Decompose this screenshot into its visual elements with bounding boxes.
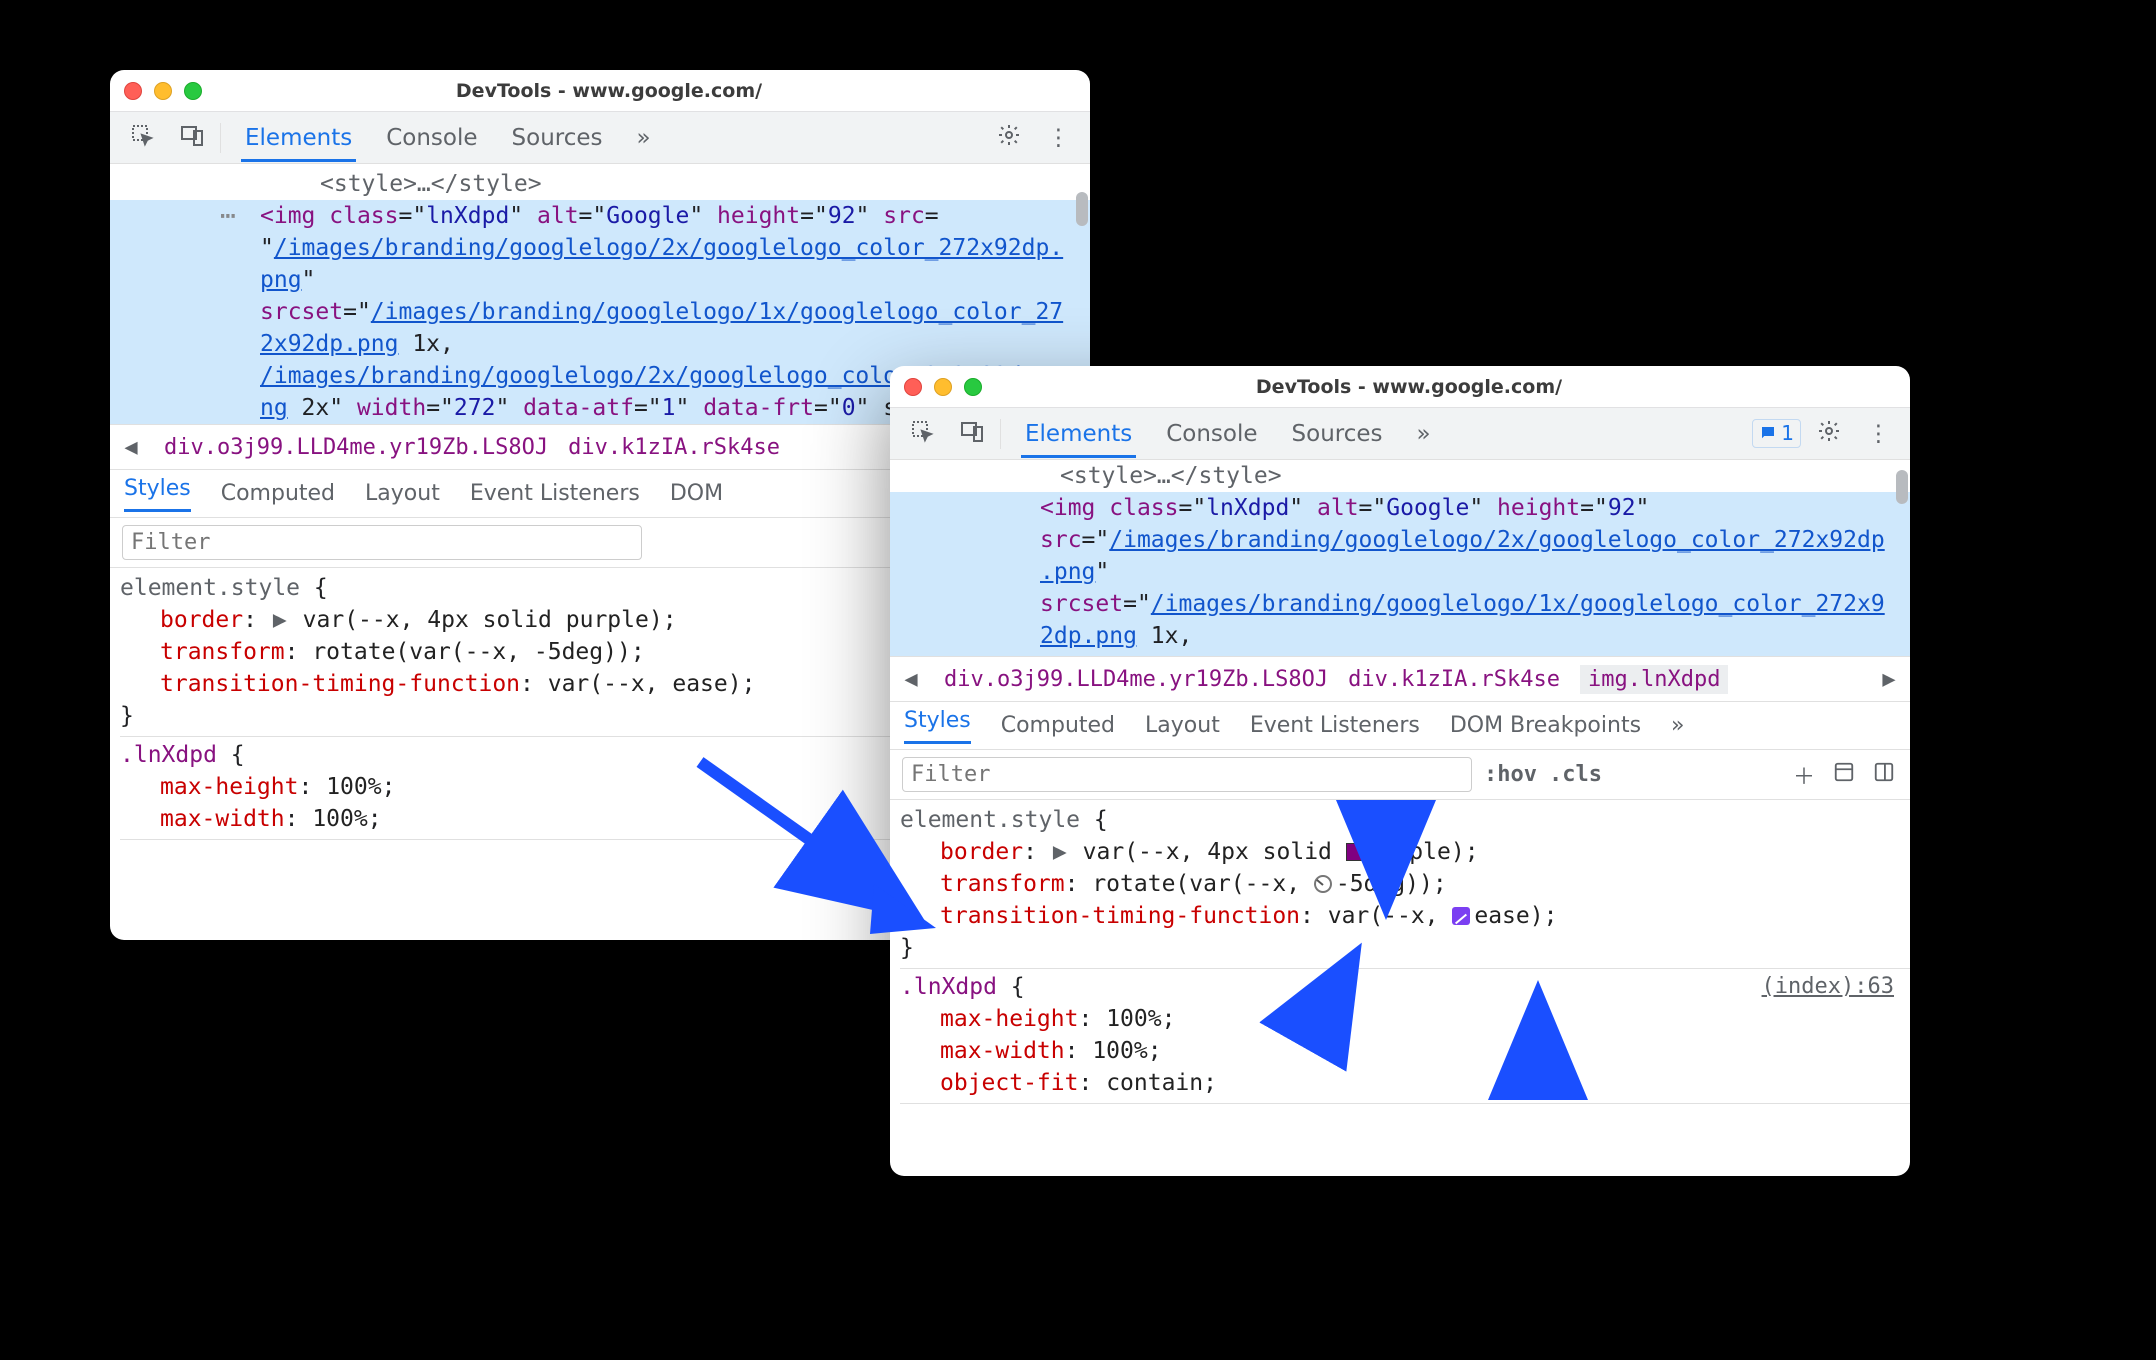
tab-elements[interactable]: Elements [1021,409,1136,458]
tab-console[interactable]: Console [382,113,481,162]
style-tag-faded: <style>…</style> [890,460,1910,492]
main-toolbar: Elements Console Sources » 1 ⋮ [890,408,1910,460]
new-rule-icon[interactable]: ＋ [1790,759,1818,791]
zoom-window-icon[interactable] [184,82,202,100]
elements-tree[interactable]: <style>…</style> <img class="lnXdpd" alt… [890,460,1910,656]
styles-filter-row: :hov .cls ＋ [890,750,1910,800]
tab-elements[interactable]: Elements [241,113,356,162]
gear-icon[interactable] [987,117,1031,159]
bezier-swatch-icon[interactable] [1452,907,1470,925]
source-link[interactable]: (index):63 [1762,971,1894,1003]
subtab-event-listeners[interactable]: Event Listeners [1250,713,1420,738]
device-toggle-icon[interactable] [170,117,214,159]
breadcrumb-item-2[interactable]: div.k1zIA.rSk4se [568,435,780,460]
tab-more-icon[interactable]: » [1413,409,1435,458]
zoom-window-icon[interactable] [964,378,982,396]
window-title: DevTools - www.google.com/ [202,80,1076,102]
filter-input[interactable] [122,525,642,560]
breadcrumb: ◀ div.o3j99.LLD4me.yr19Zb.LS8OJ div.k1zI… [890,656,1910,702]
subtab-styles[interactable]: Styles [124,476,191,512]
angle-swatch-icon[interactable] [1314,875,1332,893]
devtools-window-after: DevTools - www.google.com/ Elements Cons… [890,366,1910,1176]
gear-icon[interactable] [1807,413,1851,455]
subtab-computed[interactable]: Computed [221,481,335,506]
scrollbar[interactable] [1076,192,1088,226]
styles-rules[interactable]: element.style { border: ▶ var(--x, 4px s… [890,800,1910,1176]
breadcrumb-item-3[interactable]: img.lnXdpd [1580,665,1728,694]
subtab-dom-breakpoints[interactable]: DOM Breakpoints [1450,713,1641,738]
tab-bar: Elements Console Sources » [241,113,655,162]
close-window-icon[interactable] [124,82,142,100]
selected-node[interactable]: <img class="lnXdpd" alt="Google" height=… [890,492,1910,656]
window-title: DevTools - www.google.com/ [982,376,1896,398]
kebab-icon[interactable]: ⋮ [1037,119,1080,157]
titlebar: DevTools - www.google.com/ [110,70,1090,112]
subtab-layout[interactable]: Layout [365,481,440,506]
tab-bar: Elements Console Sources » [1021,409,1435,458]
style-tag-faded: <style>…</style> [110,168,1090,200]
kebab-icon[interactable]: ⋮ [1857,415,1900,453]
device-toggle-icon[interactable] [950,413,994,455]
close-window-icon[interactable] [904,378,922,396]
rule-lnxdpd: (index):63 .lnXdpd { max-height: 100%; m… [900,971,1910,1104]
breadcrumb-item-1[interactable]: div.o3j99.LLD4me.yr19Zb.LS8OJ [944,667,1328,692]
issues-chip[interactable]: 1 [1752,419,1801,448]
tab-sources[interactable]: Sources [1288,409,1387,458]
tab-sources[interactable]: Sources [508,113,607,162]
breadcrumb-prev-icon[interactable]: ◀ [898,667,924,692]
main-toolbar: Elements Console Sources » ⋮ [110,112,1090,164]
scrollbar[interactable] [1896,470,1908,504]
styles-subtabs: Styles Computed Layout Event Listeners D… [890,702,1910,750]
breadcrumb-prev-icon[interactable]: ◀ [118,435,144,460]
subtab-more-icon[interactable]: » [1671,713,1684,738]
breadcrumb-next-icon[interactable]: ▶ [1876,667,1902,692]
collapsed-icon[interactable]: ⋯ [220,200,236,232]
subtab-event-listeners[interactable]: Event Listeners [470,481,640,506]
subtab-layout[interactable]: Layout [1145,713,1220,738]
render-emulations-icon[interactable] [1830,761,1858,789]
computed-panel-icon[interactable] [1870,761,1898,789]
minimize-window-icon[interactable] [934,378,952,396]
cls-toggle[interactable]: .cls [1549,762,1602,787]
expand-icon[interactable]: ▶ [271,604,289,636]
subtab-computed[interactable]: Computed [1001,713,1115,738]
subtab-dom-breakpoints[interactable]: DOM [670,481,723,506]
breadcrumb-item-1[interactable]: div.o3j99.LLD4me.yr19Zb.LS8OJ [164,435,548,460]
filter-input[interactable] [902,757,1472,792]
minimize-window-icon[interactable] [154,82,172,100]
expand-icon[interactable]: ▶ [1051,836,1069,868]
titlebar: DevTools - www.google.com/ [890,366,1910,408]
inspect-icon[interactable] [900,413,944,455]
inspect-icon[interactable] [120,117,164,159]
rule-element-style: element.style { border: ▶ var(--x, 4px s… [900,804,1910,969]
tab-console[interactable]: Console [1162,409,1261,458]
breadcrumb-item-2[interactable]: div.k1zIA.rSk4se [1348,667,1560,692]
window-controls [124,82,202,100]
hov-toggle[interactable]: :hov [1484,762,1537,787]
color-swatch-icon[interactable] [1346,843,1364,861]
window-controls [904,378,982,396]
tab-more-icon[interactable]: » [633,113,655,162]
subtab-styles[interactable]: Styles [904,708,971,744]
